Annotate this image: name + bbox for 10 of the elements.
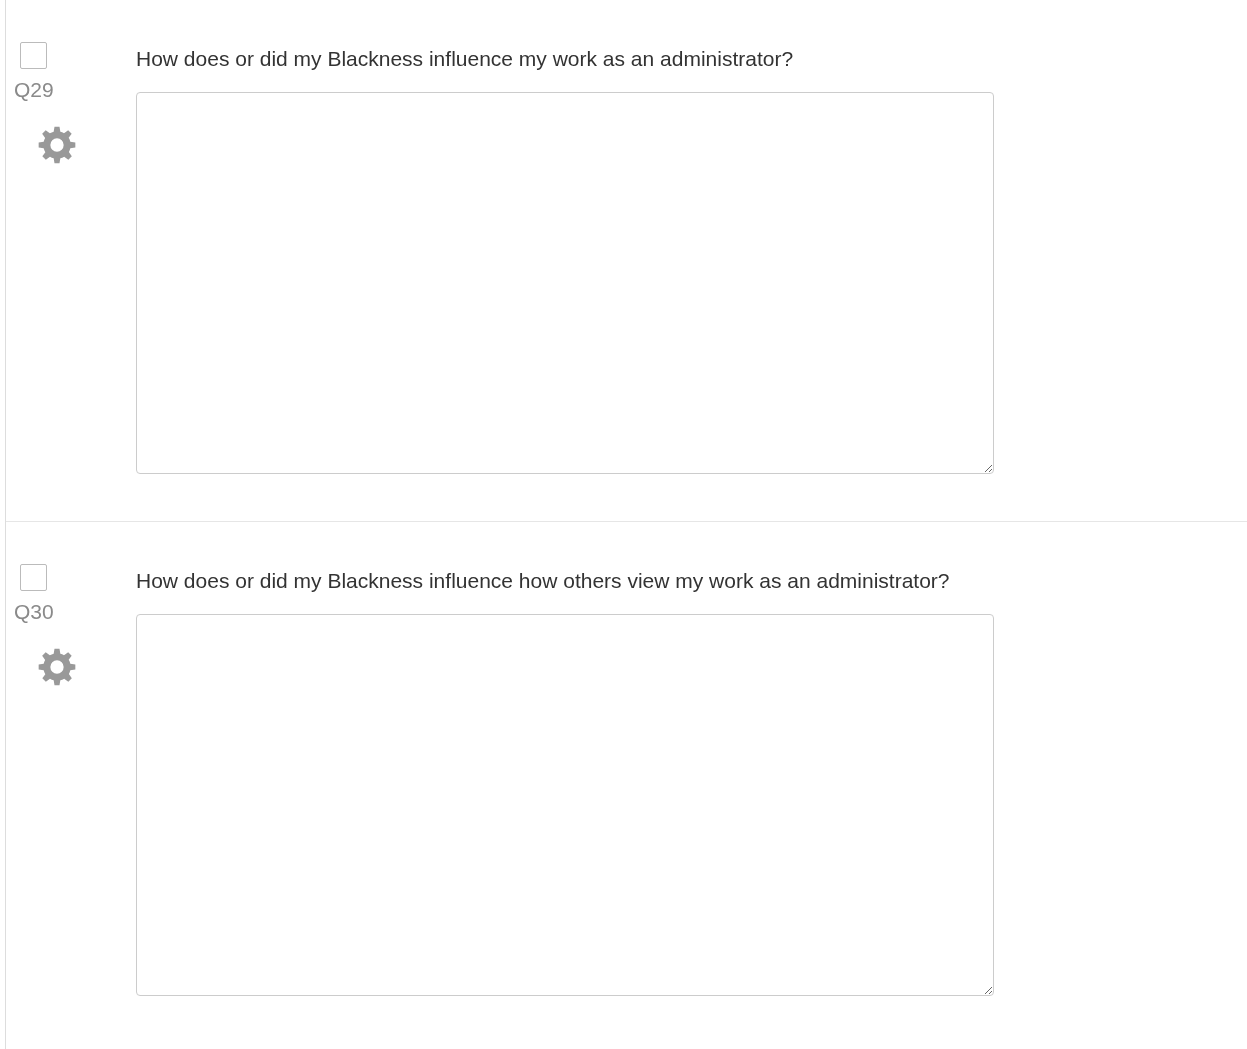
settings-icon[interactable] <box>37 647 77 688</box>
answer-box[interactable] <box>136 92 994 475</box>
settings-icon[interactable] <box>37 125 77 166</box>
question-checkbox[interactable] <box>20 42 47 69</box>
question-number: Q30 <box>14 599 54 625</box>
question-checkbox[interactable] <box>20 564 47 591</box>
question-text: How does or did my Blackness influence how others view my work as an administrator? <box>136 568 951 594</box>
question-text: How does or did my Blackness influence my work as an administrator? <box>136 46 795 72</box>
question-number: Q29 <box>14 77 54 103</box>
answer-box[interactable] <box>136 614 994 997</box>
